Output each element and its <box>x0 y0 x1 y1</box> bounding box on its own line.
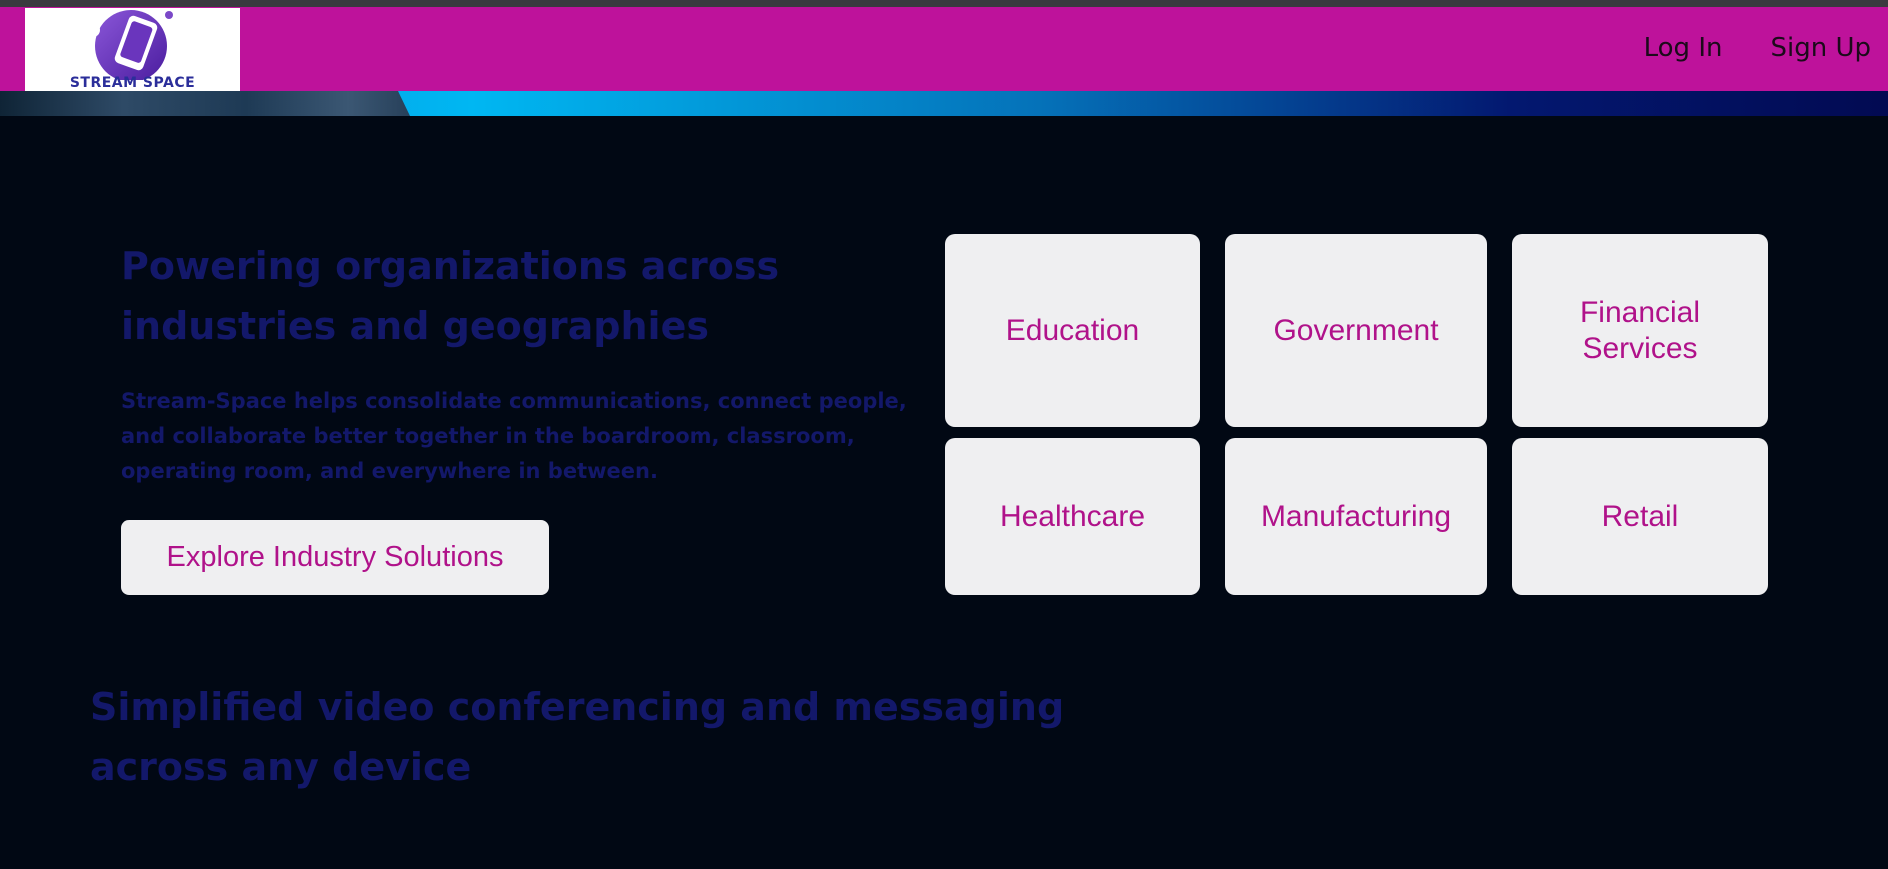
hero-banner-strip <box>0 91 1888 116</box>
login-link[interactable]: Log In <box>1644 33 1723 63</box>
hero-description: Stream-Space helps consolidate communica… <box>121 389 907 483</box>
industry-tile-government[interactable]: Government <box>1225 234 1487 427</box>
section-title: Simplified video conferencing and messag… <box>90 685 1065 789</box>
browser-top-strip <box>0 0 1888 7</box>
industry-tile-healthcare[interactable]: Healthcare <box>945 438 1200 595</box>
industry-tile-retail[interactable]: Retail <box>1512 438 1768 595</box>
hero-title: Powering organizations across industries… <box>121 244 780 348</box>
explore-industry-solutions-button[interactable]: Explore Industry Solutions <box>121 520 549 595</box>
logo[interactable]: STREAM SPACE <box>25 8 240 94</box>
nav-links: Log In Sign Up <box>1644 33 1871 63</box>
industry-tile-education[interactable]: Education <box>945 234 1200 427</box>
navbar: STREAM SPACE Log In Sign Up <box>0 7 1888 94</box>
logo-text: STREAM SPACE <box>69 75 196 91</box>
industry-tile-financial-services[interactable]: Financial Services <box>1512 234 1768 427</box>
banner-photo <box>0 91 410 116</box>
industry-tile-manufacturing[interactable]: Manufacturing <box>1225 438 1487 595</box>
tablet-planet-icon <box>86 10 173 80</box>
signup-link[interactable]: Sign Up <box>1770 33 1871 63</box>
